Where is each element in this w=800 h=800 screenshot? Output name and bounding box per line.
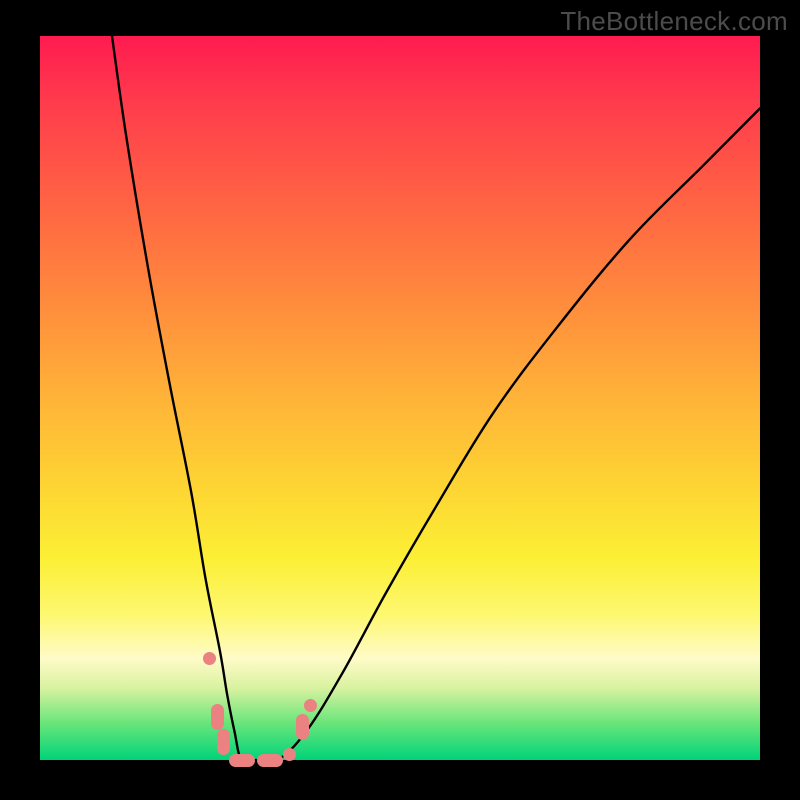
curve-marker — [257, 754, 283, 767]
bottleneck-curve — [40, 36, 760, 760]
curve-marker — [229, 754, 255, 767]
curve-marker — [211, 704, 224, 730]
curve-marker — [217, 729, 230, 755]
curve-marker — [283, 748, 296, 761]
plot-area — [40, 36, 760, 760]
curve-marker — [296, 714, 309, 740]
curve-marker — [203, 652, 216, 665]
watermark-text: TheBottleneck.com — [560, 6, 788, 37]
chart-frame: TheBottleneck.com — [0, 0, 800, 800]
